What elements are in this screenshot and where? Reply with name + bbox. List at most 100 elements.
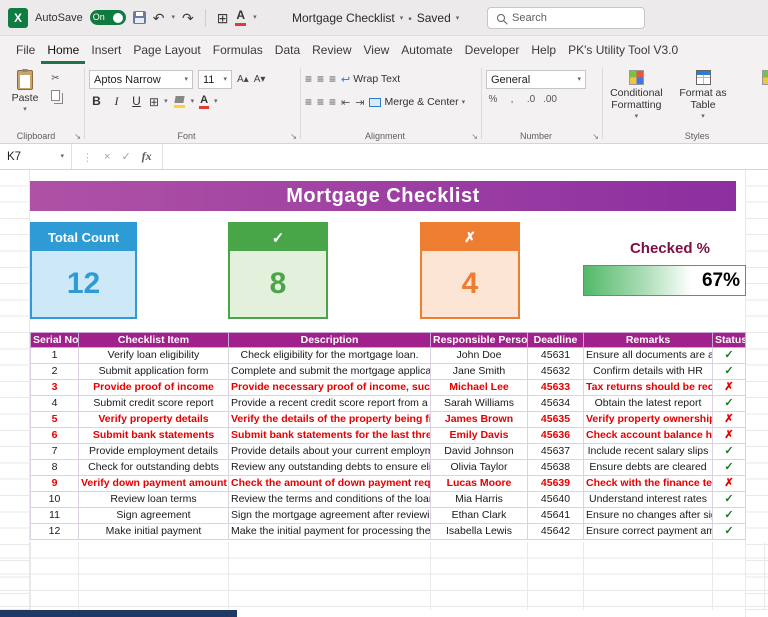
cell-responsible-person[interactable]: Jane Smith [430, 363, 528, 380]
shrink-font-icon[interactable]: A▾ [254, 74, 266, 85]
cell-deadline[interactable]: 45639 [527, 475, 584, 492]
document-title[interactable]: Mortgage Checklist [292, 11, 395, 25]
cell-deadline[interactable]: 45642 [527, 523, 584, 540]
cell-serial[interactable]: 1 [30, 347, 79, 364]
cell-responsible-person[interactable]: Michael Lee [430, 379, 528, 396]
wrap-text-button[interactable]: Wrap Text [341, 73, 400, 86]
cell-serial[interactable]: 11 [30, 507, 79, 524]
cell-responsible-person[interactable]: David Johnson [430, 443, 528, 460]
copy-icon[interactable] [51, 90, 60, 101]
cell-deadline[interactable]: 45631 [527, 347, 584, 364]
cell-description[interactable]: Submit bank statements for the last thre… [228, 427, 431, 444]
cell-serial[interactable]: 10 [30, 491, 79, 508]
cell-remarks[interactable]: Check with the finance team [583, 475, 713, 492]
font-dialog-launcher-icon[interactable] [290, 132, 297, 141]
paste-button[interactable]: Paste [4, 69, 46, 113]
align-left-icon[interactable] [305, 93, 312, 111]
cell-checklist-item[interactable]: Submit application form [78, 363, 229, 380]
cell-description[interactable]: Provide details about your current emplo… [228, 443, 431, 460]
cell-remarks[interactable]: Verify property ownership [583, 411, 713, 428]
cell-serial[interactable]: 5 [30, 411, 79, 428]
undo-icon[interactable]: ↶ [153, 11, 165, 25]
cell-description[interactable]: Provide a recent credit score report fro… [228, 395, 431, 412]
col-header-responsible-person[interactable]: Responsible Person [430, 332, 528, 348]
cell-deadline[interactable]: 45638 [527, 459, 584, 476]
cell-deadline[interactable]: 45637 [527, 443, 584, 460]
cell-responsible-person[interactable]: Ethan Clark [430, 507, 528, 524]
cell-status[interactable]: ✓ [712, 507, 746, 524]
enter-icon[interactable]: ✓ [121, 150, 130, 163]
cell-description[interactable]: Sign the mortgage agreement after review… [228, 507, 431, 524]
borders-icon[interactable]: ⊞ [149, 96, 159, 108]
cell-responsible-person[interactable]: Emily Davis [430, 427, 528, 444]
redo-icon[interactable]: ↷ [182, 11, 194, 25]
cell-description[interactable]: Review any outstanding debts to ensure e… [228, 459, 431, 476]
cell-status[interactable]: ✓ [712, 363, 746, 380]
increase-indent-icon[interactable] [355, 93, 364, 111]
align-center-icon[interactable] [317, 93, 324, 111]
cell-deadline[interactable]: 45636 [527, 427, 584, 444]
number-format-select[interactable]: General [486, 70, 586, 89]
cell-serial[interactable]: 3 [30, 379, 79, 396]
font-color-chevron-icon[interactable] [253, 14, 257, 21]
tab-page-layout[interactable]: Page Layout [127, 36, 206, 64]
font-color-ribbon-chevron-icon[interactable] [214, 98, 218, 105]
cell-checklist-item[interactable]: Submit credit score report [78, 395, 229, 412]
tab-file[interactable]: File [10, 36, 41, 64]
cell-name-box[interactable]: K7 [0, 144, 72, 169]
cell-remarks[interactable]: Obtain the latest report [583, 395, 713, 412]
cell-serial[interactable]: 4 [30, 395, 79, 412]
cell-serial[interactable]: 6 [30, 427, 79, 444]
col-header-deadline[interactable]: Deadline [527, 332, 584, 348]
cell-description[interactable]: Review the terms and conditions of the l… [228, 491, 431, 508]
tab-developer[interactable]: Developer [459, 36, 526, 64]
bold-button[interactable]: B [89, 94, 104, 108]
cell-serial[interactable]: 12 [30, 523, 79, 540]
cell-description[interactable]: Check the amount of down payment require… [228, 475, 431, 492]
font-color-ribbon-icon[interactable]: A [199, 94, 210, 110]
cell-status[interactable]: ✗ [712, 475, 746, 492]
col-header-remarks[interactable]: Remarks [583, 332, 713, 348]
cell-serial[interactable]: 9 [30, 475, 79, 492]
cell-checklist-item[interactable]: Make initial payment [78, 523, 229, 540]
cell-remarks[interactable]: Ensure debts are cleared [583, 459, 713, 476]
grow-font-icon[interactable]: A▴ [237, 74, 249, 85]
tab-help[interactable]: Help [525, 36, 562, 64]
cell-responsible-person[interactable]: Sarah Williams [430, 395, 528, 412]
cell-deadline[interactable]: 45641 [527, 507, 584, 524]
decrease-indent-icon[interactable] [341, 93, 350, 111]
clipboard-dialog-launcher-icon[interactable] [74, 132, 81, 141]
tab-formulas[interactable]: Formulas [207, 36, 269, 64]
table-grid-icon[interactable]: ⊞ [217, 11, 229, 25]
decrease-decimal-icon[interactable]: .00 [543, 94, 557, 105]
cell-deadline[interactable]: 45633 [527, 379, 584, 396]
cell-checklist-item[interactable]: Verify loan eligibility [78, 347, 229, 364]
cell-description[interactable]: Verify the details of the property being… [228, 411, 431, 428]
cell-deadline[interactable]: 45640 [527, 491, 584, 508]
cell-description[interactable]: Make the initial payment for processing … [228, 523, 431, 540]
tab-insert[interactable]: Insert [85, 36, 127, 64]
save-status-chevron-icon[interactable] [456, 15, 460, 22]
horizontal-scrollbar[interactable] [0, 610, 237, 617]
align-right-icon[interactable] [329, 93, 336, 111]
comma-style-icon[interactable]: , [505, 94, 519, 105]
cell-responsible-person[interactable]: James Brown [430, 411, 528, 428]
borders-chevron-icon[interactable] [164, 98, 168, 105]
cell-description[interactable]: Complete and submit the mortgage applica… [228, 363, 431, 380]
cell-serial[interactable]: 7 [30, 443, 79, 460]
cell-status[interactable]: ✓ [712, 443, 746, 460]
save-status[interactable]: Saved [417, 11, 451, 25]
align-bottom-icon[interactable] [329, 70, 336, 88]
font-size-select[interactable]: 11 [198, 70, 232, 89]
cell-deadline[interactable]: 45632 [527, 363, 584, 380]
autosave-toggle[interactable]: On [89, 10, 126, 25]
alignment-dialog-launcher-icon[interactable] [471, 132, 478, 141]
col-header-status[interactable]: Status [712, 332, 746, 348]
cell-remarks[interactable]: Ensure no changes after signing [583, 507, 713, 524]
merge-center-button[interactable]: Merge & Center [369, 96, 465, 108]
cell-remarks[interactable]: Include recent salary slips [583, 443, 713, 460]
col-header-serial-no[interactable]: Serial No. [30, 332, 79, 348]
tab-view[interactable]: View [358, 36, 396, 64]
cell-checklist-item[interactable]: Review loan terms [78, 491, 229, 508]
cell-remarks[interactable]: Ensure all documents are accurate [583, 347, 713, 364]
